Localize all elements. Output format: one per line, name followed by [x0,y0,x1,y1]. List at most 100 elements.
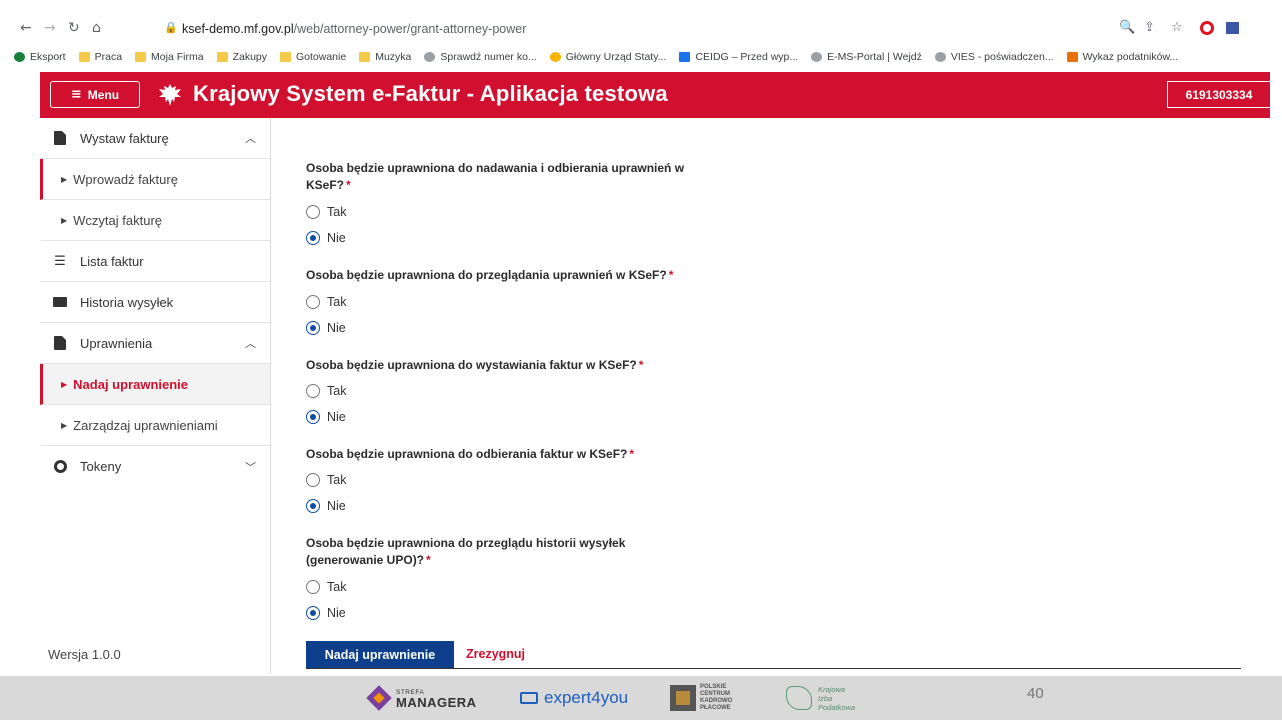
radio-button[interactable] [306,295,320,309]
question-receive-invoices: Osoba będzie uprawniona do odbierania fa… [306,446,736,463]
hamburger-icon: ≡ [70,87,82,102]
option-label: Nie [327,499,346,513]
sidebar-item-label: Tokeny [80,459,122,474]
radio-button-selected[interactable] [306,321,320,335]
bookmark-ems-portal[interactable]: E-MS-Portal | Wejdź [811,51,922,63]
radio-option-no[interactable]: Nie [306,606,346,620]
bookmark-wykaz[interactable]: Wykaz podatników... [1066,51,1179,63]
required-star: * [426,553,431,567]
radio-option-no[interactable]: Nie [306,499,346,513]
bookmark-label: VIES - poświadczen... [950,51,1054,63]
option-label: Nie [327,410,346,424]
bookmark-label: Muzyka [375,51,412,63]
radio-option-no[interactable]: Nie [306,410,346,424]
pckp-logo: POLSKIE CENTRUM KADROWO PŁACOWE [670,684,732,712]
radio-button[interactable] [306,384,320,398]
question-text: Osoba będzie uprawniona do przeglądu his… [306,536,626,550]
bookmark-ceidg[interactable]: CEIDG – Przed wyp... [679,51,798,63]
folder-icon [135,52,147,62]
sidebar-item-tokeny[interactable]: Tokeny ﹀ [40,446,270,487]
bookmark-sprawdz[interactable]: Sprawdź numer ko... [424,51,537,63]
folder-icon [359,52,371,62]
sidebar-item-lista-faktur[interactable]: ☰ Lista faktur [40,241,270,282]
bookmark-label: CEIDG – Przed wyp... [695,51,799,63]
option-label: Tak [327,473,347,487]
bookmark-vies[interactable]: VIES - poświadczen... [934,51,1054,63]
bookmark-label: Eksport [30,51,66,63]
radio-option-no[interactable]: Nie [306,231,346,245]
radio-button-selected[interactable] [306,606,320,620]
eagle-icon [811,52,823,62]
radio-button-selected[interactable] [306,231,320,245]
forward-arrow-icon[interactable]: → [44,20,56,36]
sidebar: Wystaw fakturę ︿ ▶ Wprowadź fakturę ▶ Wc… [40,118,271,674]
bookmark-moja-firma[interactable]: Moja Firma [135,51,204,63]
lock-icon: 🔒 [164,21,178,34]
menu-button[interactable]: ≡ Menu [50,81,140,108]
radio-option-yes[interactable]: Tak [306,384,346,398]
browser-window: ← → ↻ ⌂ 🔒 ksef-demo.mf.gov.pl/web/attorn… [14,14,1270,674]
star-bookmark-icon[interactable]: ☆ [1171,20,1183,35]
radio-option-yes[interactable]: Tak [306,295,346,309]
sidebar-item-wystaw-fakture[interactable]: Wystaw fakturę ︿ [40,118,270,159]
grant-permission-form: Osoba będzie uprawniona do nadawania i o… [306,118,1270,674]
sidebar-item-label: Wprowadź fakturę [73,171,178,187]
bookmark-muzyka[interactable]: Muzyka [359,51,411,63]
opera-extension-icon[interactable] [1200,21,1214,35]
logo-text: expert4you [544,688,629,707]
folder-icon [280,52,291,62]
expert4you-logo: expert4you [520,684,628,712]
required-star: * [638,358,644,372]
app-title: Krajowy System e-Faktur - Aplikacja test… [193,81,668,106]
sidebar-item-historia-wysylek[interactable]: Historia wysyłek [40,282,270,323]
address-bar[interactable]: 🔒 ksef-demo.mf.gov.pl/web/attorney-power… [164,18,1114,40]
grant-permission-button[interactable]: Nadaj uprawnienie [306,641,454,669]
option-label: Tak [327,295,347,309]
zoom-icon[interactable]: 🔍 [1119,20,1135,35]
url-path: /web/attorney-power/grant-attorney-power [293,22,527,36]
radio-button-selected[interactable] [306,410,320,424]
radio-option-no[interactable]: Nie [306,321,346,335]
question-text: Osoba będzie uprawniona do wystawiania f… [306,358,637,372]
sidebar-item-zarzadzaj-uprawnieniami[interactable]: ▶ Zarządzaj uprawnieniami [40,405,270,446]
radio-button-selected[interactable] [306,499,320,513]
back-arrow-icon[interactable]: ← [20,20,32,36]
menu-label: Menu [87,87,120,102]
sidebar-item-wczytaj-fakture[interactable]: ▶ Wczytaj fakturę [40,200,270,241]
home-icon[interactable]: ⌂ [92,20,101,36]
bookmark-zakupy[interactable]: Zakupy [216,51,267,63]
triangle-right-icon: ▶ [61,379,68,389]
nip-badge[interactable]: 6191303334 [1167,81,1270,108]
radio-button[interactable] [306,205,320,219]
sidebar-item-wprowadz-fakture[interactable]: ▶ Wprowadź fakturę [40,159,270,200]
logo-text: PŁACOWE [700,705,731,711]
green-globe-icon [14,52,25,62]
bookmark-label: Gotowanie [296,51,347,63]
bookmark-label: Praca [94,51,123,63]
cancel-link[interactable]: Zrezygnuj [466,647,525,661]
reload-icon[interactable]: ↻ [68,20,80,36]
triangle-right-icon: ▶ [61,215,68,225]
radio-option-yes[interactable]: Tak [306,580,346,594]
radio-button[interactable] [306,580,320,594]
radio-option-yes[interactable]: Tak [306,473,346,487]
bookmark-label: Wykaz podatników... [1082,51,1179,63]
radio-button[interactable] [306,473,320,487]
radio-option-yes[interactable]: Tak [306,205,346,219]
divider [306,668,1241,669]
option-label: Tak [327,384,347,398]
bookmark-eksport[interactable]: Eksport [14,51,66,63]
url-text[interactable]: ksef-demo.mf.gov.pl/web/attorney-power/g… [182,22,526,36]
logo-text: Podatkowa [818,702,856,712]
sidebar-item-label: Wystaw fakturę [80,130,169,146]
bookmark-praca[interactable]: Praca [78,51,123,63]
sidebar-item-uprawnienia[interactable]: Uprawnienia ︿ [40,323,270,364]
chart-icon [1066,52,1078,62]
document-icon [54,336,66,350]
bookmark-gus[interactable]: Główny Urząd Staty... [549,51,666,63]
extension-icon[interactable] [1226,22,1239,34]
bookmark-gotowanie[interactable]: Gotowanie [280,51,346,63]
share-icon[interactable]: ⇪ [1144,20,1155,35]
sidebar-item-nadaj-uprawnienie[interactable]: ▶ Nadaj uprawnienie [40,364,270,405]
globe-icon [424,52,436,62]
